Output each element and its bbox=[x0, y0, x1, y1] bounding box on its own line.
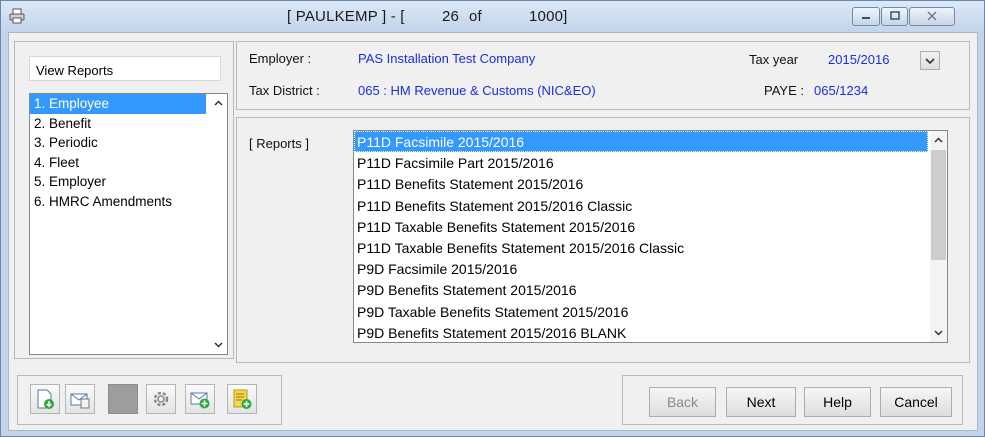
paye-label: PAYE : bbox=[764, 83, 804, 98]
title-user: [ PAULKEMP ] - [ bbox=[287, 8, 405, 25]
close-icon bbox=[927, 11, 937, 21]
employer-value: PAS Installation Test Company bbox=[358, 51, 536, 66]
employer-label: Employer : bbox=[249, 51, 312, 66]
list-item-hmrc-amendments[interactable]: 6. HMRC Amendments bbox=[30, 192, 227, 212]
chevron-down-icon bbox=[925, 58, 935, 65]
minimize-button[interactable] bbox=[852, 7, 880, 26]
report-category-list[interactable]: 1. Employee 2. Benefit 3. Periodic 4. Fl… bbox=[29, 93, 228, 355]
report-item[interactable]: P11D Facsimile 2015/2016 bbox=[354, 131, 928, 153]
report-item[interactable]: P11D Benefits Statement 2015/2016 Classi… bbox=[354, 195, 947, 216]
list-item-employee[interactable]: 1. Employee bbox=[30, 94, 206, 114]
report-item[interactable]: P11D Benefits Statement 2015/2016 bbox=[354, 173, 947, 194]
settings-gear-icon bbox=[153, 391, 169, 407]
mail-document-icon bbox=[70, 393, 90, 409]
scroll-thumb[interactable] bbox=[931, 150, 946, 260]
scroll-down-icon[interactable] bbox=[213, 339, 224, 350]
maximize-icon bbox=[889, 11, 900, 20]
settings-button[interactable] bbox=[146, 384, 176, 414]
list-item-periodic[interactable]: 3. Periodic bbox=[30, 133, 227, 153]
category-scrollbar[interactable] bbox=[210, 94, 227, 354]
mail-add-icon bbox=[190, 392, 210, 409]
title-record-total: 1000] bbox=[529, 8, 568, 25]
cancel-button[interactable]: Cancel bbox=[880, 387, 952, 417]
new-email-button[interactable] bbox=[185, 384, 215, 414]
document-download-icon bbox=[37, 389, 54, 409]
close-button[interactable] bbox=[909, 7, 955, 26]
reports-list[interactable]: P11D Facsimile 2015/2016 P11D Facsimile … bbox=[353, 130, 948, 343]
paye-value: 065/1234 bbox=[814, 83, 869, 98]
help-button[interactable]: Help bbox=[804, 387, 871, 417]
tax-district-label: Tax District : bbox=[249, 83, 320, 98]
new-note-button[interactable] bbox=[227, 384, 257, 414]
reports-label: [ Reports ] bbox=[249, 136, 309, 151]
title-bar[interactable]: [ PAULKEMP ] - [ 26 of 1000] bbox=[1, 1, 984, 31]
scroll-down-icon[interactable] bbox=[933, 327, 944, 338]
report-item[interactable]: P11D Taxable Benefits Statement 2015/201… bbox=[354, 237, 947, 258]
scroll-up-icon[interactable] bbox=[933, 135, 944, 146]
report-item[interactable]: P9D Benefits Statement 2015/2016 BLANK bbox=[354, 322, 947, 342]
report-item[interactable]: P9D Benefits Statement 2015/2016 bbox=[354, 279, 947, 300]
tax-year-value: 2015/2016 bbox=[828, 52, 890, 67]
next-button[interactable]: Next bbox=[726, 387, 796, 417]
tax-district-value: 065 : HM Revenue & Customs (NIC&EO) bbox=[358, 83, 596, 98]
tax-year-dropdown-button[interactable] bbox=[920, 51, 940, 70]
note-add-icon bbox=[233, 389, 252, 409]
blank-tool-button[interactable] bbox=[108, 384, 138, 414]
back-button[interactable]: Back bbox=[649, 387, 716, 417]
title-of: of bbox=[469, 8, 482, 25]
title-record-position: 26 bbox=[442, 8, 460, 25]
list-item-fleet[interactable]: 4. Fleet bbox=[30, 153, 227, 173]
report-item[interactable]: P11D Facsimile Part 2015/2016 bbox=[354, 152, 947, 173]
scroll-up-icon[interactable] bbox=[213, 98, 224, 109]
list-item-employer[interactable]: 5. Employer bbox=[30, 172, 227, 192]
report-item[interactable]: P11D Taxable Benefits Statement 2015/201… bbox=[354, 216, 947, 237]
minimize-icon bbox=[862, 17, 870, 19]
maximize-button[interactable] bbox=[881, 7, 908, 26]
reports-scrollbar[interactable] bbox=[930, 131, 947, 342]
list-item-benefit[interactable]: 2. Benefit bbox=[30, 114, 227, 134]
report-item[interactable]: P9D Facsimile 2015/2016 bbox=[354, 258, 947, 279]
tax-year-label: Tax year bbox=[749, 52, 799, 67]
printer-icon[interactable] bbox=[9, 8, 25, 24]
report-item[interactable]: P9D Taxable Benefits Statement 2015/2016 bbox=[354, 301, 947, 322]
email-document-button[interactable] bbox=[65, 384, 95, 414]
view-reports-field: View Reports bbox=[29, 56, 221, 81]
export-document-button[interactable] bbox=[30, 384, 60, 414]
